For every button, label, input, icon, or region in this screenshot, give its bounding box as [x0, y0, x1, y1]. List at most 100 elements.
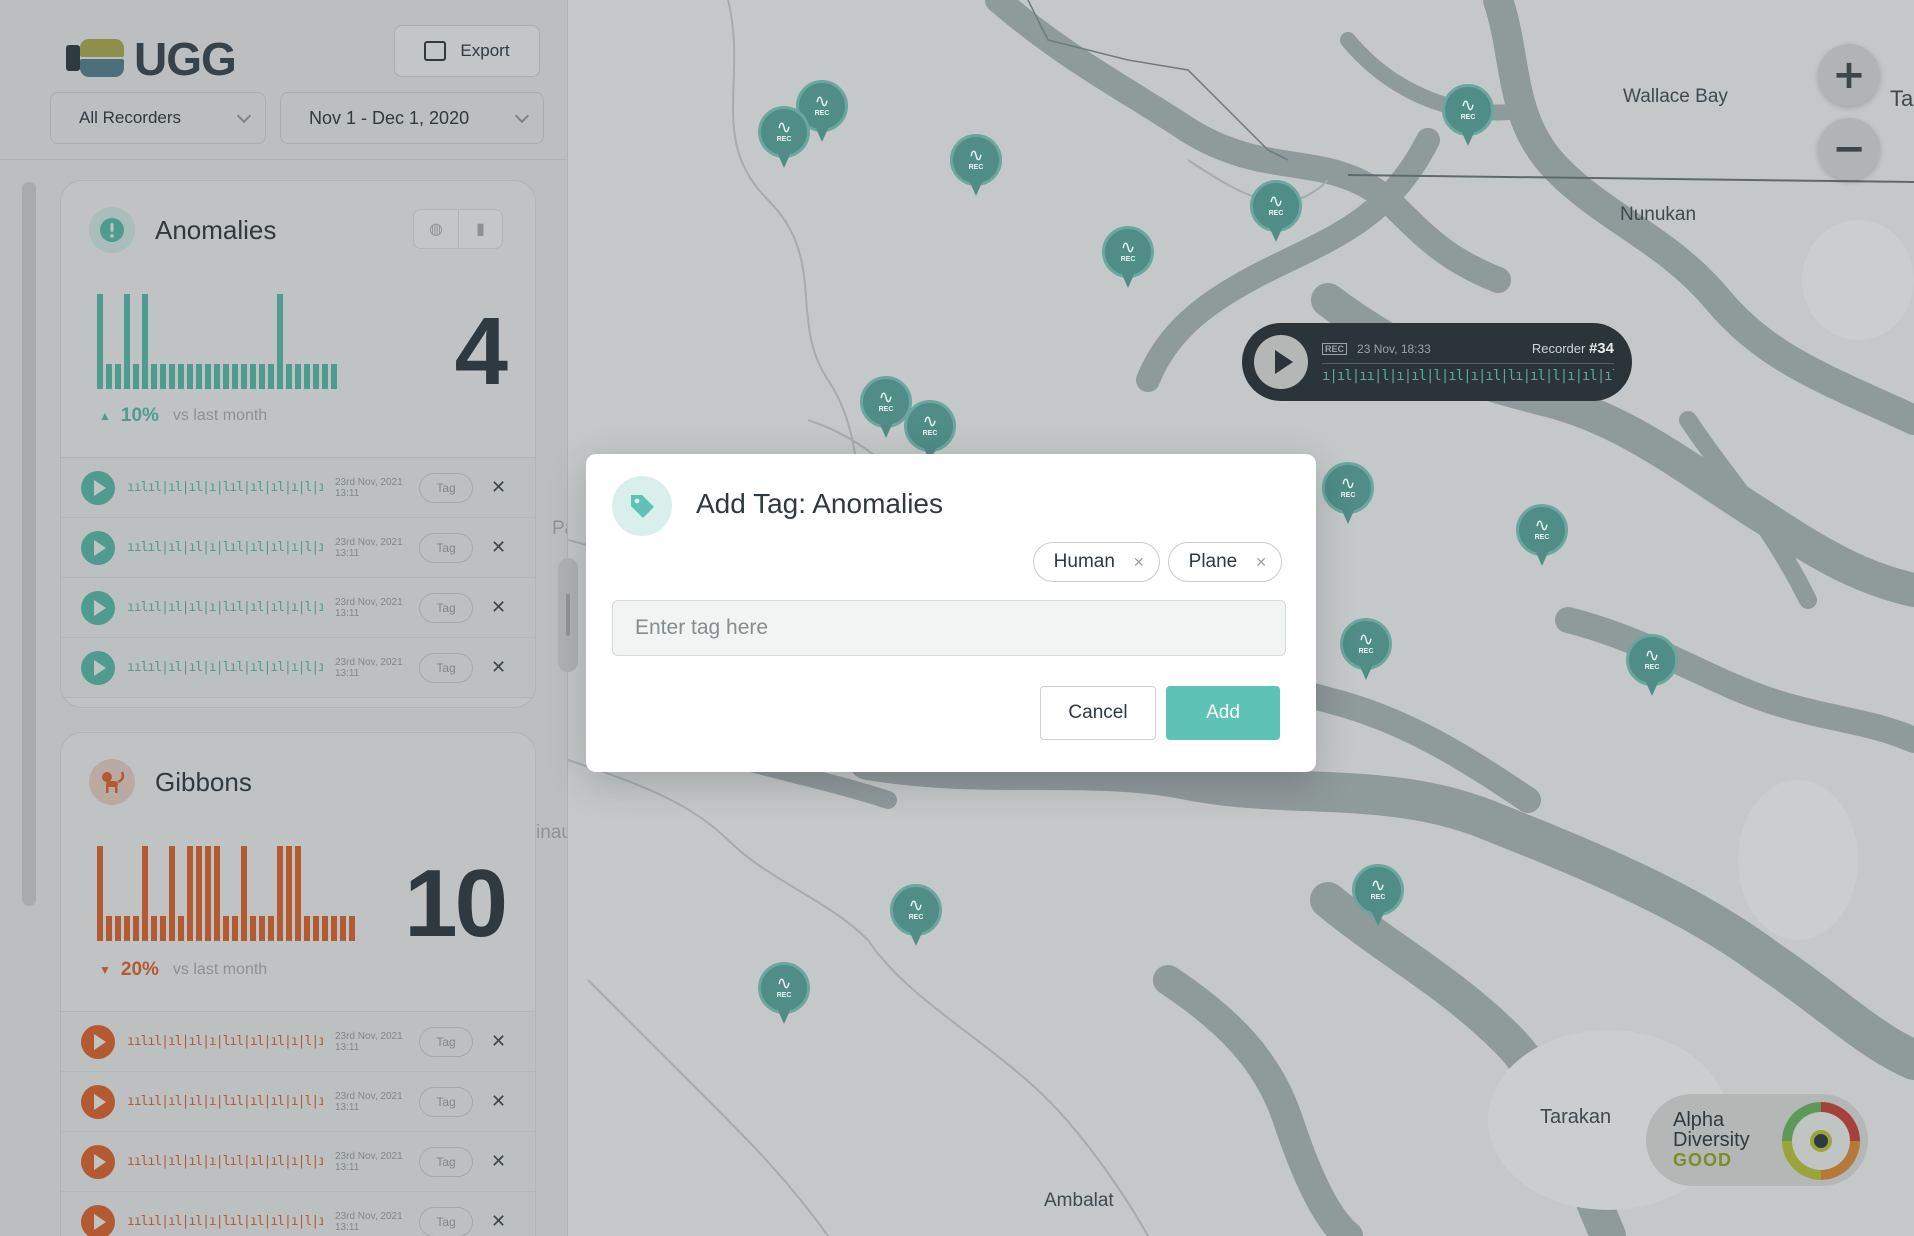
recorder-pin[interactable]: ∿ REC	[1626, 634, 1678, 698]
close-icon[interactable]: ✕	[491, 477, 506, 498]
anomalies-delta: ▲ 10% vs last month	[99, 405, 268, 426]
recorder-pin[interactable]: ∿ REC	[890, 884, 942, 948]
tag-button[interactable]: Tag	[419, 1086, 473, 1117]
chevron-down-icon	[514, 108, 530, 124]
alert-icon	[89, 207, 135, 253]
recording-row[interactable]: ıılıl|ıl|ıl|ı|lıl|ıl|ıl|ı|l|ıl|ıl|ı| 23rd…	[61, 578, 535, 638]
waveform[interactable]: ıılıl|ıl|ıl|ı|lıl|ıl|ıl|ı|l|ıl|ıl|ı|	[127, 1154, 323, 1169]
activity-bar	[277, 846, 283, 941]
recording-date: 23rd Nov, 2021	[335, 596, 403, 608]
sidebar-scrollbar[interactable]	[22, 182, 36, 906]
activity-bar	[124, 294, 130, 389]
recorder-pin[interactable]: ∿ REC	[1250, 180, 1302, 244]
activity-bar	[115, 364, 121, 389]
add-button[interactable]: Add	[1166, 686, 1280, 740]
recording-row[interactable]: ıılıl|ıl|ıl|ı|lıl|ıl|ıl|ı|l|ıl|ıl|ı| 23rd…	[61, 638, 535, 698]
recording-row[interactable]: ıılıl|ıl|ıl|ı|lıl|ıl|ıl|ı|l|ıl|ıl|ı| 23rd…	[61, 518, 535, 578]
activity-bar	[322, 916, 328, 941]
recorder-pin[interactable]: ∿ REC	[1352, 864, 1404, 928]
recording-row[interactable]: ıılıl|ıl|ıl|ı|lıl|ıl|ıl|ı|l|ıl|ıl|ı| 23rd…	[61, 1192, 535, 1236]
date-range-dropdown[interactable]: Nov 1 - Dec 1, 2020	[280, 92, 544, 144]
activity-bar	[259, 916, 265, 941]
sidebar-resize-handle[interactable]	[558, 558, 578, 672]
recorder-pin[interactable]: ∿ REC	[1442, 84, 1494, 148]
close-icon[interactable]: ✕	[491, 1211, 506, 1232]
zoom-in-button[interactable]: +	[1818, 44, 1880, 106]
activity-bar	[295, 364, 301, 389]
recorder-pin[interactable]: ∿ REC	[1102, 226, 1154, 290]
tag-button[interactable]: Tag	[419, 652, 473, 683]
play-icon[interactable]	[1254, 335, 1308, 389]
export-button[interactable]: Export	[394, 25, 540, 77]
waveform[interactable]: ıılıl|ıl|ıl|ı|lıl|ıl|ıl|ı|l|ıl|ıl|ı|	[127, 1214, 323, 1229]
cancel-button[interactable]: Cancel	[1040, 686, 1156, 740]
close-icon[interactable]: ✕	[491, 1031, 506, 1052]
tag-button[interactable]: Tag	[419, 472, 473, 503]
globe-icon[interactable]: ◍	[414, 210, 458, 248]
bar-chart-icon[interactable]: ▮	[458, 210, 502, 248]
recorder-pin[interactable]: ∿ REC	[1322, 462, 1374, 526]
activity-bar	[295, 846, 301, 941]
close-icon[interactable]: ✕	[1255, 554, 1267, 571]
activity-bar	[178, 364, 184, 389]
waveform[interactable]: ı|ıl|ıı|l|ı|ıl|l|ıl|ı|ıl|lı|ıl|l|ı|ıl|ıl…	[1322, 363, 1614, 384]
play-icon[interactable]	[81, 1144, 115, 1179]
recording-row[interactable]: ıılıl|ıl|ıl|ı|lıl|ıl|ıl|ı|l|ıl|ıl|ı| 23rd…	[61, 458, 535, 518]
zoom-out-button[interactable]: −	[1818, 118, 1880, 180]
waveform[interactable]: ıılıl|ıl|ıl|ı|lıl|ıl|ıl|ı|l|ıl|ıl|ı|	[127, 540, 323, 555]
play-icon[interactable]	[81, 1204, 115, 1236]
alpha-status: GOOD	[1673, 1150, 1733, 1170]
activity-bar	[232, 916, 238, 941]
play-icon[interactable]	[81, 470, 115, 505]
waveform[interactable]: ıılıl|ıl|ıl|ı|lıl|ıl|ıl|ı|l|ıl|ıl|ı|	[127, 1034, 323, 1049]
waveform[interactable]: ıılıl|ıl|ıl|ı|lıl|ıl|ıl|ı|l|ıl|ıl|ı|	[127, 480, 323, 495]
tag-input[interactable]	[612, 600, 1286, 656]
recording-timestamp: 23rd Nov, 2021 13:11	[335, 537, 417, 559]
recorder-pin[interactable]: ∿ REC	[1516, 504, 1568, 568]
waveform[interactable]: ıılıl|ıl|ıl|ı|lıl|ıl|ıl|ı|l|ıl|ıl|ı|	[127, 600, 323, 615]
anomalies-sparkbars	[97, 289, 337, 389]
activity-bar	[241, 846, 247, 941]
logo-mark-icon	[64, 37, 132, 81]
tag-button[interactable]: Tag	[419, 592, 473, 623]
recorder-pin[interactable]: ∿ REC	[758, 106, 810, 170]
play-icon[interactable]	[81, 1084, 115, 1119]
recording-row[interactable]: ıılıl|ıl|ıl|ı|lıl|ıl|ıl|ı|l|ıl|ıl|ı| 23rd…	[61, 1132, 535, 1192]
close-icon[interactable]: ✕	[491, 597, 506, 618]
activity-bar	[349, 916, 355, 941]
activity-bar	[277, 294, 283, 389]
waveform[interactable]: ıılıl|ıl|ıl|ı|lıl|ıl|ıl|ı|l|ıl|ıl|ı|	[127, 660, 323, 675]
close-icon[interactable]: ✕	[491, 1151, 506, 1172]
tag-button[interactable]: Tag	[419, 1026, 473, 1057]
map-label-wallace-bay: Wallace Bay	[1623, 86, 1728, 107]
map-label-nunukan: Nunukan	[1620, 204, 1697, 225]
tag-button[interactable]: Tag	[419, 532, 473, 563]
recorder-pin[interactable]: ∿ REC	[1340, 618, 1392, 682]
close-icon[interactable]: ✕	[1133, 554, 1145, 571]
recording-timestamp: 23rd Nov, 2021 13:11	[335, 597, 417, 619]
modal-title: Add Tag: Anomalies	[696, 488, 943, 519]
play-icon[interactable]	[81, 590, 115, 625]
recorder-pin[interactable]: ∿ REC	[758, 962, 810, 1026]
recording-timestamp: 23rd Nov, 2021 13:11	[335, 1031, 417, 1053]
alpha-diversity-widget[interactable]: Alpha Diversity GOOD	[1646, 1094, 1868, 1186]
play-icon[interactable]	[81, 530, 115, 565]
recording-row[interactable]: ıılıl|ıl|ıl|ı|lıl|ıl|ıl|ı|l|ıl|ıl|ı| 23rd…	[61, 1072, 535, 1132]
add-tag-modal: Add Tag: Anomalies Human ✕ Plane ✕ Cance…	[586, 454, 1316, 772]
play-icon[interactable]	[81, 650, 115, 685]
close-icon[interactable]: ✕	[491, 657, 506, 678]
activity-bar	[196, 846, 202, 941]
recorder-pin[interactable]: ∿ REC	[950, 134, 1002, 198]
activity-bar	[97, 294, 103, 389]
activity-bar	[304, 916, 310, 941]
recording-date: 23rd Nov, 2021	[335, 536, 403, 548]
close-icon[interactable]: ✕	[491, 537, 506, 558]
tag-button[interactable]: Tag	[419, 1206, 473, 1236]
recording-row[interactable]: ıılıl|ıl|ıl|ı|lıl|ıl|ıl|ı|l|ıl|ıl|ı| 23rd…	[61, 1012, 535, 1072]
tag-button[interactable]: Tag	[419, 1146, 473, 1177]
waveform[interactable]: ıılıl|ıl|ıl|ı|lıl|ıl|ıl|ı|l|ıl|ıl|ı|	[127, 1094, 323, 1109]
export-icon	[424, 41, 447, 61]
play-icon[interactable]	[81, 1024, 115, 1059]
close-icon[interactable]: ✕	[491, 1091, 506, 1112]
recorder-filter-dropdown[interactable]: All Recorders	[50, 92, 266, 144]
